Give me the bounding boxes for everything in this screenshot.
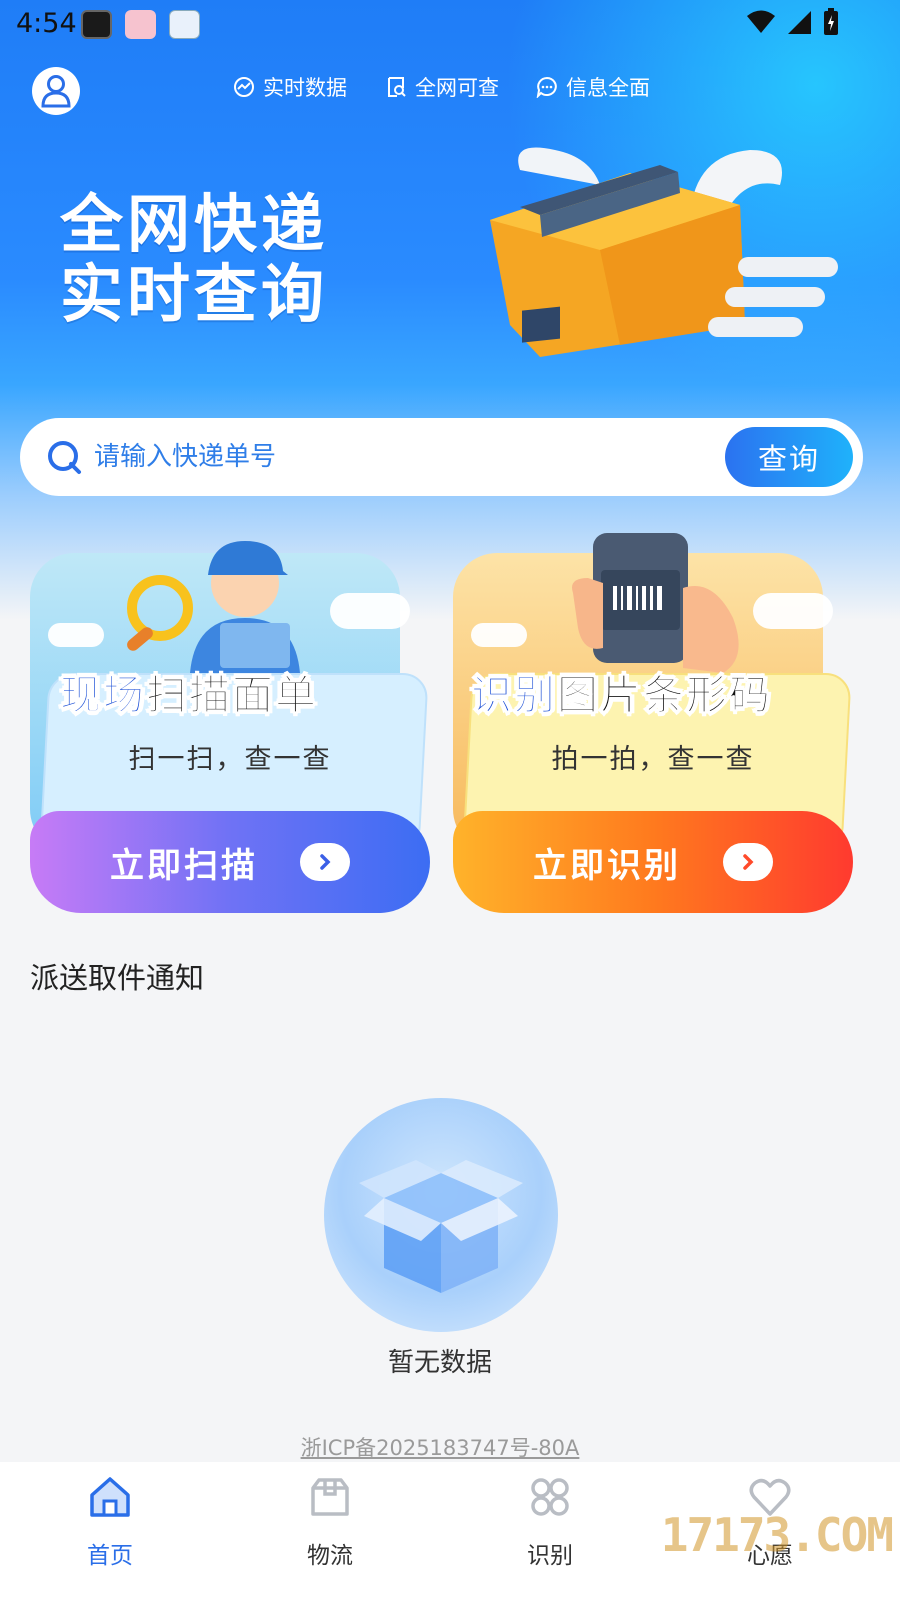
icp-link[interactable]: 浙ICP备2025183747号-80A [0, 1432, 880, 1462]
search-bar: 查询 [20, 418, 863, 496]
heading-highlight: 识别 [471, 671, 557, 720]
heading-text: 图片条形码 [557, 671, 772, 720]
search-icon [48, 441, 81, 474]
notification-app-icon [169, 10, 200, 39]
feature-label: 信息全面 [566, 76, 650, 100]
action-label: 立即扫描 [110, 845, 258, 886]
heading-text: 扫描面单 [146, 671, 318, 720]
chevron-right-icon [723, 843, 773, 881]
chart-trend-icon [234, 77, 254, 97]
empty-box-illustration [324, 1098, 558, 1332]
empty-state-text: 暂无数据 [387, 1348, 492, 1378]
phone-barcode-illustration [572, 533, 739, 673]
feature-realtime-data: 实时数据 [233, 72, 347, 102]
home-icon [90, 1477, 130, 1517]
heading-highlight: 现场 [60, 671, 146, 720]
card-subtitle: 扫一扫，查一查 [128, 744, 332, 775]
notification-app-icon [125, 10, 156, 39]
feature-label: 全网可查 [415, 76, 499, 100]
flying-package-illustration [490, 147, 838, 357]
profile-button[interactable] [32, 67, 80, 115]
tab-label: 识别 [527, 1543, 573, 1569]
card-subtitle: 拍一拍，查一查 [551, 744, 755, 775]
user-icon [41, 75, 71, 108]
scan-now-button[interactable]: 立即扫描 [30, 811, 430, 913]
package-icon [311, 1478, 349, 1516]
feature-label: 实时数据 [263, 76, 347, 100]
open-box-icon [359, 1160, 523, 1293]
feature-network-search: 全网可查 [385, 72, 499, 102]
cloud-decoration [48, 623, 104, 647]
status-time: 4:54 [16, 8, 77, 39]
battery-icon [824, 8, 838, 35]
cloud-decoration [330, 593, 410, 629]
chevron-right-icon [300, 843, 350, 881]
tab-logistics[interactable]: 物流 [220, 1462, 440, 1600]
banner-line: 实时查询 [60, 258, 328, 331]
banner-title: 全网快递 实时查询 [60, 190, 328, 330]
cloud-decoration [753, 593, 833, 629]
card-heading: 现场扫描面单 [60, 661, 318, 721]
search-button[interactable]: 查询 [725, 427, 853, 487]
tab-label: 首页 [87, 1543, 133, 1569]
tab-label: 物流 [307, 1543, 353, 1569]
signal-icon [788, 11, 811, 34]
tab-identify[interactable]: 识别 [440, 1462, 660, 1600]
tab-home[interactable]: 首页 [0, 1462, 220, 1600]
cloud-decoration [471, 623, 527, 647]
banner-line: 全网快递 [60, 188, 328, 261]
site-watermark: 17173.COM [660, 1508, 894, 1562]
identify-card[interactable]: 识别图片条形码 拍一拍，查一查 立即识别 [453, 533, 853, 913]
status-icons [746, 8, 840, 36]
section-title: 派送取件通知 [30, 961, 205, 995]
action-label: 立即识别 [533, 845, 681, 886]
courier-illustration [127, 541, 300, 673]
tracking-number-input[interactable] [94, 437, 714, 477]
status-bar: 4:54 [0, 0, 900, 50]
clover-icon [531, 1478, 569, 1516]
chat-bubble-icon [536, 76, 557, 98]
notification-app-icon [81, 10, 112, 39]
scan-card[interactable]: 现场扫描面单 扫一扫，查一查 立即扫描 [30, 541, 430, 913]
wifi-icon [747, 10, 775, 33]
identify-now-button[interactable]: 立即识别 [453, 811, 853, 913]
card-heading: 识别图片条形码 [471, 661, 772, 721]
feature-full-info: 信息全面 [536, 72, 650, 102]
search-doc-icon [388, 77, 406, 97]
